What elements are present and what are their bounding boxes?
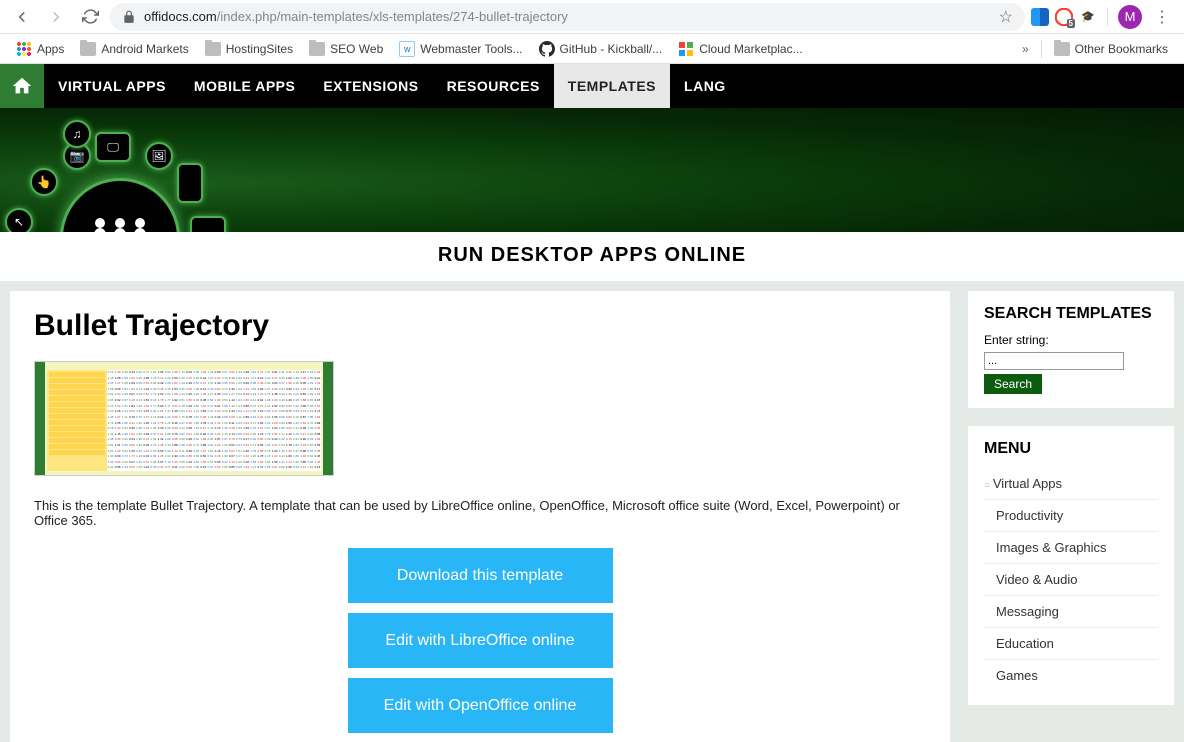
folder-icon — [1054, 42, 1070, 56]
site-nav: VIRTUAL APPS MOBILE APPS EXTENSIONS RESO… — [0, 64, 1184, 108]
bookmark-label: Cloud Marketplac... — [699, 42, 802, 56]
template-thumbnail[interactable]: 0.731.260.380.430.020.771.631.960.921.68… — [34, 361, 334, 476]
sidebar: SEARCH TEMPLATES Enter string: Search ME… — [968, 291, 1174, 742]
menu-item[interactable]: Messaging — [984, 595, 1158, 627]
tagline: RUN DESKTOP APPS ONLINE — [0, 232, 1184, 281]
folder-icon — [80, 42, 96, 56]
search-title: SEARCH TEMPLATES — [984, 305, 1158, 323]
page-title: Bullet Trajectory — [34, 309, 926, 343]
menu-card: MENU Virtual Apps Productivity Images & … — [968, 426, 1174, 705]
edit-libreoffice-button[interactable]: Edit with LibreOffice online — [348, 613, 613, 668]
bookmarks-bar: Apps Android Markets HostingSites SEO We… — [0, 34, 1184, 64]
other-bookmarks[interactable]: Other Bookmarks — [1048, 38, 1174, 60]
menu-item[interactable]: Games — [984, 659, 1158, 691]
chrome-menu-icon[interactable]: ⋮ — [1148, 7, 1176, 27]
bookmark-apps[interactable]: Apps — [10, 37, 70, 61]
address-bar[interactable]: offidocs.com/index.php/main-templates/xl… — [110, 3, 1025, 31]
folder-icon — [205, 42, 221, 56]
url-text: offidocs.com/index.php/main-templates/xl… — [144, 9, 991, 24]
edit-openoffice-button[interactable]: Edit with OpenOffice online — [348, 678, 613, 733]
bookmark-folder[interactable]: SEO Web — [303, 38, 389, 60]
nav-extensions[interactable]: EXTENSIONS — [309, 64, 432, 108]
extension-icon-scholar[interactable]: 🎓 — [1079, 8, 1097, 26]
bookmark-item[interactable]: Cloud Marketplac... — [672, 37, 808, 61]
bookmark-label: HostingSites — [226, 42, 293, 56]
divider — [1107, 8, 1108, 26]
cloud-marketplace-icon — [678, 41, 694, 57]
search-label: Enter string: — [984, 333, 1158, 347]
forward-button[interactable] — [42, 3, 70, 31]
home-button[interactable] — [0, 64, 44, 108]
divider — [1041, 40, 1042, 58]
bookmark-folder[interactable]: HostingSites — [199, 38, 299, 60]
bookmarks-overflow-icon[interactable]: » — [1016, 42, 1035, 56]
hero-graphic: ↖ 👆 📷 ♫ 🖵 🖼 — [5, 118, 235, 232]
menu-item[interactable]: Images & Graphics — [984, 531, 1158, 563]
extension-badge: 5 — [1067, 19, 1075, 28]
github-icon — [539, 41, 555, 57]
bookmark-folder[interactable]: Android Markets — [74, 38, 194, 60]
menu-title: MENU — [984, 440, 1158, 458]
webmaster-icon: w — [399, 41, 415, 57]
nav-lang[interactable]: LANG — [670, 64, 740, 108]
apps-icon — [16, 41, 32, 57]
main-column: Bullet Trajectory 0.731.260.380.430.020.… — [10, 291, 950, 742]
bookmark-label: SEO Web — [330, 42, 383, 56]
browser-toolbar: offidocs.com/index.php/main-templates/xl… — [0, 0, 1184, 34]
nav-mobile-apps[interactable]: MOBILE APPS — [180, 64, 309, 108]
download-button[interactable]: Download this template — [348, 548, 613, 603]
back-button[interactable] — [8, 3, 36, 31]
bookmark-item[interactable]: w Webmaster Tools... — [393, 37, 528, 61]
action-buttons: Download this template Edit with LibreOf… — [34, 548, 926, 733]
bookmark-item[interactable]: GitHub - Kickball/... — [533, 37, 669, 61]
reload-button[interactable] — [76, 3, 104, 31]
search-input[interactable] — [984, 352, 1124, 370]
bookmark-label: Apps — [37, 42, 64, 56]
nav-resources[interactable]: RESOURCES — [433, 64, 554, 108]
extension-icon-opera[interactable]: 5 — [1055, 8, 1073, 26]
bookmark-label: Android Markets — [101, 42, 188, 56]
search-card: SEARCH TEMPLATES Enter string: Search — [968, 291, 1174, 408]
menu-item[interactable]: Video & Audio — [984, 563, 1158, 595]
bookmark-star-icon[interactable]: ☆ — [999, 7, 1013, 27]
folder-icon — [309, 42, 325, 56]
template-description: This is the template Bullet Trajectory. … — [34, 498, 926, 528]
menu-list: Virtual Apps Productivity Images & Graph… — [984, 468, 1158, 691]
home-icon — [11, 75, 33, 97]
nav-templates[interactable]: TEMPLATES — [554, 64, 670, 108]
bookmark-label: GitHub - Kickball/... — [560, 42, 663, 56]
lock-icon — [122, 10, 136, 24]
menu-item[interactable]: Education — [984, 627, 1158, 659]
hero-banner: ↖ 👆 📷 ♫ 🖵 🖼 — [0, 108, 1184, 232]
nav-virtual-apps[interactable]: VIRTUAL APPS — [44, 64, 180, 108]
search-button[interactable]: Search — [984, 374, 1042, 394]
extension-icon-1[interactable] — [1031, 8, 1049, 26]
bookmark-label: Webmaster Tools... — [420, 42, 522, 56]
page-body: Bullet Trajectory 0.731.260.380.430.020.… — [0, 281, 1184, 742]
menu-item-virtual-apps[interactable]: Virtual Apps — [984, 468, 1158, 499]
profile-avatar[interactable]: M — [1118, 5, 1142, 29]
bookmark-label: Other Bookmarks — [1075, 42, 1168, 56]
menu-item[interactable]: Productivity — [984, 499, 1158, 531]
